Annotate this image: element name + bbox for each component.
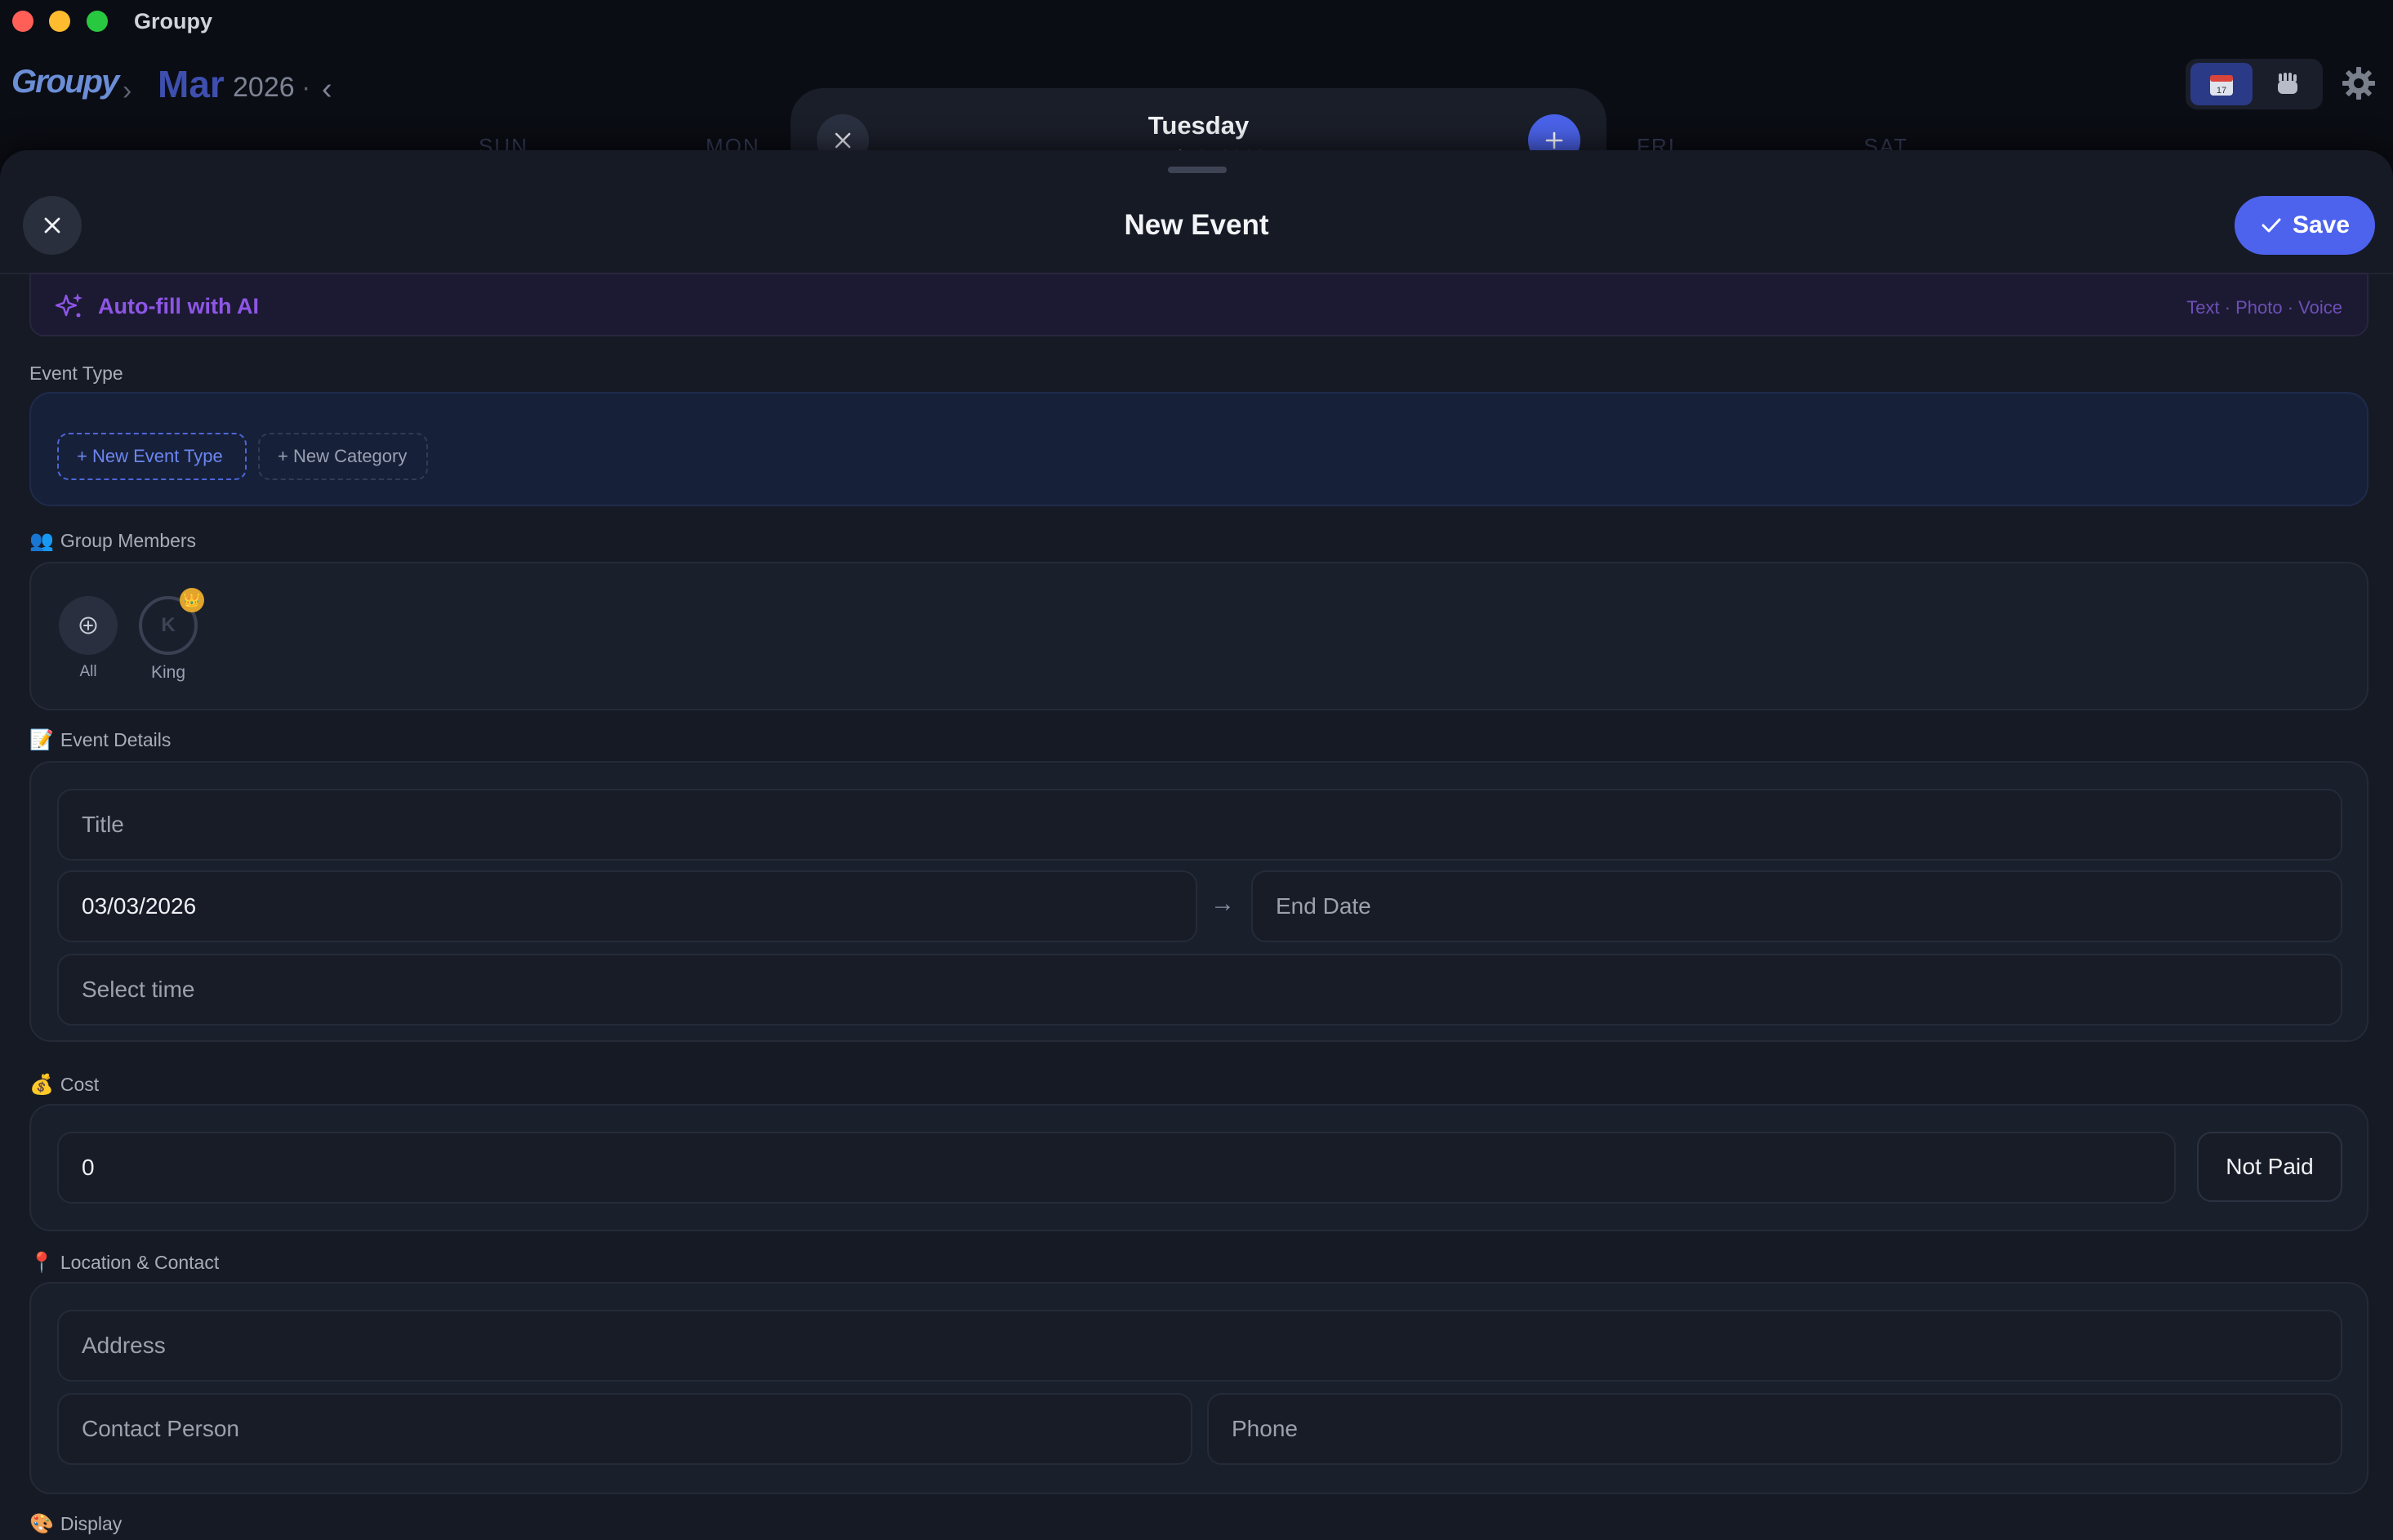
minimize-window-button[interactable]: [49, 11, 70, 32]
event-type-label-text: Event Type: [29, 363, 123, 384]
event-details-card: Title 03/03/2026 → End Date Select time: [29, 761, 2368, 1042]
window-titlebar: Groupy: [0, 0, 2393, 46]
event-details-label: 📝 Event Details: [29, 728, 171, 752]
new-category-button[interactable]: + New Category: [258, 433, 428, 480]
display-label-text: Display: [60, 1513, 123, 1534]
zoom-window-button[interactable]: [87, 11, 108, 32]
sparkles-icon: [55, 293, 82, 318]
palette-icon: 🎨: [29, 1513, 54, 1535]
avatar-initial: K: [161, 614, 176, 636]
member-name: All: [79, 663, 97, 680]
logo-text: Groupy: [11, 64, 119, 100]
location-contact-label-text: Location & Contact: [60, 1252, 220, 1273]
app-logo[interactable]: Groupy: [11, 64, 119, 100]
event-type-card: + New Event Type + New Category: [29, 392, 2368, 506]
save-button[interactable]: Save: [2235, 196, 2375, 255]
arrow-right-icon: →: [1210, 890, 1235, 917]
event-type-label: Event Type: [29, 363, 123, 385]
plus-icon: [1545, 131, 1563, 149]
svg-text:17: 17: [2217, 86, 2226, 96]
cost-card: 0 Not Paid: [29, 1104, 2368, 1231]
sheet-title: New Event: [1124, 209, 1269, 241]
settings-button[interactable]: [2337, 62, 2380, 105]
time-select[interactable]: Select time: [57, 954, 2342, 1026]
current-year[interactable]: 2026: [233, 72, 295, 104]
avatar: [59, 596, 118, 655]
view-toggle: 17: [2186, 59, 2323, 109]
payment-status-button[interactable]: Not Paid: [2197, 1132, 2342, 1202]
title-input[interactable]: Title: [57, 789, 2342, 861]
avatar: K 👑: [139, 588, 204, 655]
calendar-view-button[interactable]: 17: [2190, 63, 2253, 105]
add-circle-icon: [79, 616, 97, 634]
contact-person-input[interactable]: Contact Person: [57, 1393, 1192, 1465]
current-month[interactable]: Mar: [158, 62, 225, 106]
people-icon: 👥: [29, 530, 54, 552]
memo-icon: 📝: [29, 729, 54, 751]
money-bag-icon: 💰: [29, 1074, 54, 1096]
group-members-label: 👥 Group Members: [29, 529, 196, 553]
grid-icon: [2278, 73, 2297, 94]
cost-label: 💰 Cost: [29, 1073, 99, 1097]
ai-autofill-label: Auto-fill with AI: [98, 294, 259, 318]
new-event-sheet: New Event Save Auto-fill with AI Text · …: [0, 150, 2393, 1540]
calendar-icon: 17: [2210, 75, 2233, 96]
ai-input-modes: Text · Photo · Voice: [2186, 297, 2342, 318]
group-view-button[interactable]: [2256, 63, 2318, 105]
location-contact-label: 📍 Location & Contact: [29, 1251, 219, 1275]
sheet-header: New Event Save: [0, 150, 2393, 274]
app-title: Groupy: [134, 9, 213, 33]
new-event-type-button[interactable]: + New Event Type: [57, 433, 247, 480]
member-name: King: [150, 663, 186, 682]
crown-icon: 👑: [180, 588, 204, 612]
event-details-label-text: Event Details: [60, 729, 172, 750]
ai-autofill-bar[interactable]: Auto-fill with AI Text · Photo · Voice: [29, 273, 2368, 336]
close-window-button[interactable]: [12, 11, 33, 32]
cost-amount-input[interactable]: 0: [57, 1132, 2176, 1204]
address-input[interactable]: Address: [57, 1310, 2342, 1382]
location-contact-card: Address Contact Person Phone: [29, 1282, 2368, 1494]
previous-month-button[interactable]: ‹: [322, 72, 332, 107]
gear-icon: [2342, 67, 2375, 100]
group-members-card: All K 👑 King: [29, 562, 2368, 710]
pin-icon: 📍: [29, 1252, 54, 1274]
checkmark-icon: [2262, 218, 2281, 233]
cost-label-text: Cost: [60, 1074, 100, 1095]
end-date-input[interactable]: End Date: [1251, 870, 2342, 942]
save-label: Save: [2292, 211, 2351, 238]
member-all[interactable]: All: [59, 596, 118, 681]
display-label: 🎨 Display: [29, 1512, 122, 1536]
chevron-right-icon: ›: [123, 75, 132, 106]
group-members-label-text: Group Members: [60, 530, 197, 551]
phone-input[interactable]: Phone: [1207, 1393, 2342, 1465]
popover-day-title: Tuesday: [1147, 111, 1250, 140]
member-king[interactable]: K 👑 King: [139, 588, 204, 683]
separator-dot: ·: [301, 72, 311, 103]
start-date-input[interactable]: 03/03/2026: [57, 870, 1197, 942]
